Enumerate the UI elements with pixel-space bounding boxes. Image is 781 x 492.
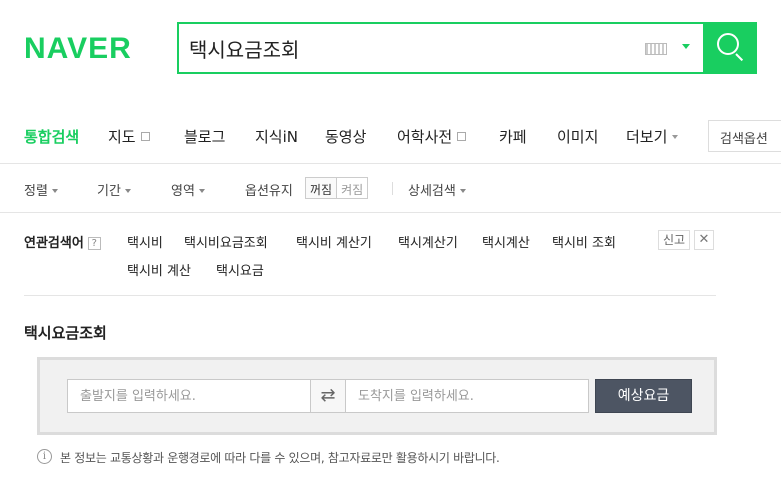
tab-video[interactable]: 동영상	[325, 126, 366, 147]
help-icon[interactable]: ?	[87, 237, 101, 250]
toggle-off[interactable]: 꺼짐	[306, 178, 338, 198]
related-item[interactable]: 택시비 조회	[552, 232, 616, 251]
divider	[392, 182, 393, 195]
related-item[interactable]: 택시비	[127, 232, 163, 251]
related-item[interactable]: 택시계산기	[398, 232, 458, 251]
taxi-fare-form: ⇄ 예상요금	[37, 357, 717, 435]
tab-map[interactable]: 지도	[108, 126, 150, 147]
search-button[interactable]	[703, 22, 757, 74]
keyboard-icon[interactable]	[645, 43, 667, 55]
tab-blog[interactable]: 블로그	[184, 126, 225, 147]
swap-arrows-icon[interactable]: ⇄	[310, 379, 346, 413]
section-title: 택시요금조회	[24, 324, 107, 342]
sort-filter[interactable]: 정렬	[24, 180, 58, 199]
divider	[0, 212, 781, 213]
caret-down-icon	[459, 189, 466, 193]
related-item[interactable]: 택시비요금조회	[184, 232, 268, 251]
report-button[interactable]: 신고	[658, 230, 690, 250]
info-notice: 본 정보는 교통상황과 운행경로에 따라 다를 수 있으며, 참고자료로만 활용…	[60, 451, 500, 465]
search-box	[177, 22, 757, 74]
box-icon	[140, 132, 150, 141]
info-icon: i	[37, 449, 52, 464]
toggle-on[interactable]: 켜짐	[337, 178, 367, 198]
related-item[interactable]: 택시계산	[482, 232, 530, 251]
caret-down-icon	[124, 189, 131, 193]
option-keep-label: 옵션유지	[245, 184, 293, 199]
tab-kin[interactable]: 지식iN	[255, 126, 298, 147]
tab-integrated[interactable]: 통합검색	[24, 126, 79, 147]
related-item[interactable]: 택시요금	[216, 260, 264, 279]
period-filter[interactable]: 기간	[97, 180, 131, 199]
caret-down-icon	[51, 189, 58, 193]
divider	[0, 163, 781, 164]
related-item[interactable]: 택시비 계산기	[296, 232, 372, 251]
area-filter[interactable]: 영역	[171, 180, 205, 199]
tab-image[interactable]: 이미지	[557, 126, 598, 147]
search-icon	[717, 33, 739, 55]
search-input[interactable]	[189, 32, 629, 64]
tab-more[interactable]: 더보기	[626, 126, 679, 147]
destination-input[interactable]	[345, 379, 589, 413]
related-searches-title: 연관검색어?	[24, 232, 101, 251]
naver-logo[interactable]: NAVER	[24, 32, 132, 66]
chevron-down-icon[interactable]	[682, 44, 690, 49]
search-options-button[interactable]: 검색옵션	[708, 120, 781, 152]
tab-dictionary[interactable]: 어학사전	[397, 126, 467, 147]
caret-down-icon	[672, 135, 679, 139]
divider	[24, 295, 716, 296]
origin-input[interactable]	[67, 379, 311, 413]
close-icon[interactable]: ✕	[694, 230, 714, 250]
detail-search-filter[interactable]: 상세검색	[408, 180, 466, 199]
tab-cafe[interactable]: 카페	[499, 126, 527, 147]
search-tabs: 통합검색 지도 블로그 지식iN 동영상 어학사전 카페 이미지 더보기 검색옵…	[0, 120, 781, 158]
caret-down-icon	[198, 189, 205, 193]
related-item[interactable]: 택시비 계산	[127, 260, 191, 279]
box-icon	[457, 132, 467, 141]
estimate-fare-button[interactable]: 예상요금	[595, 379, 692, 413]
option-keep-toggle[interactable]: 꺼짐 켜짐	[305, 177, 369, 199]
